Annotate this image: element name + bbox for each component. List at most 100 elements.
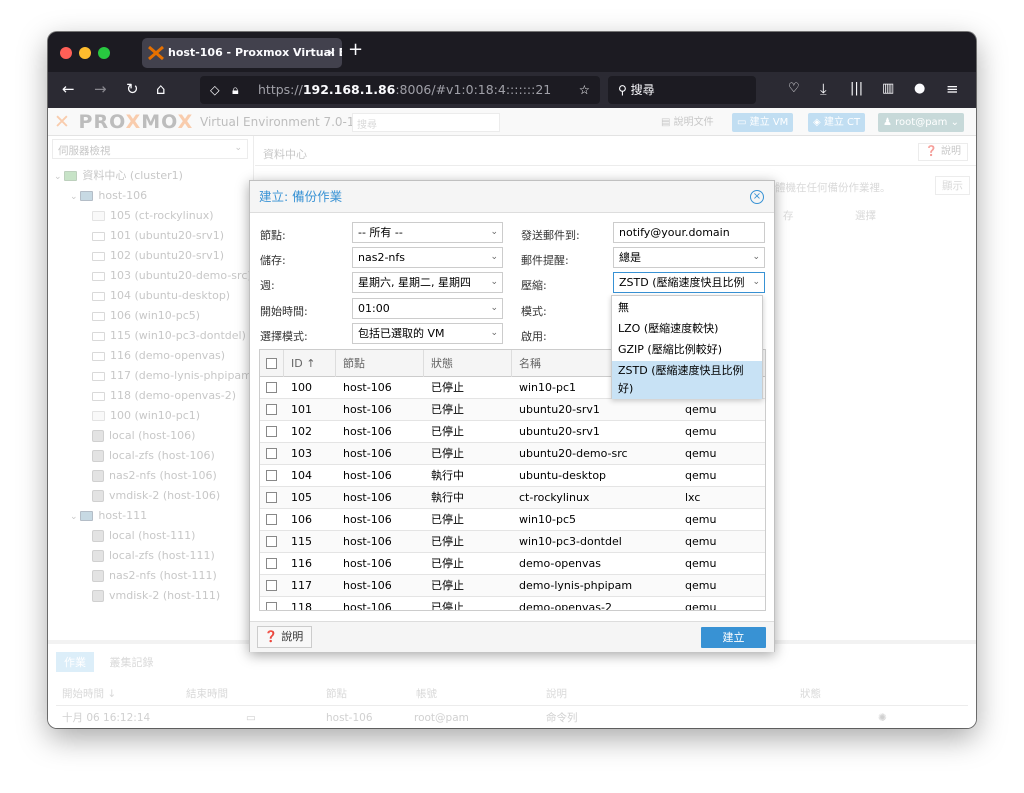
cell-name: ubuntu20-srv1 [519, 425, 600, 438]
proxmox-favicon-icon [148, 46, 164, 60]
row-checkbox[interactable] [266, 492, 277, 503]
cell-type: qemu [685, 557, 717, 570]
mail-notify-select[interactable]: 總是 ⌄ [613, 247, 765, 268]
cell-status: 已停止 [431, 579, 464, 592]
cell-status: 已停止 [431, 381, 464, 394]
home-icon[interactable]: ⌂ [156, 80, 166, 98]
row-checkbox[interactable] [266, 382, 277, 393]
week-label: 週: [260, 279, 275, 292]
reload-icon[interactable]: ↻ [126, 80, 139, 98]
table-row[interactable]: 116 host-106 已停止 demo-openvas qemu [260, 553, 765, 575]
chevron-down-icon: ⌄ [490, 227, 498, 237]
table-row[interactable]: 105 host-106 執行中 ct-rockylinux lxc [260, 487, 765, 509]
cell-type: lxc [685, 491, 701, 504]
cell-name: demo-openvas-2 [519, 601, 612, 611]
dialog-help-button[interactable]: ❓ 說明 [257, 626, 313, 648]
col-id[interactable]: ID ↑ [284, 350, 336, 377]
cell-type: qemu [685, 447, 717, 460]
row-checkbox[interactable] [266, 536, 277, 547]
row-checkbox[interactable] [266, 580, 277, 591]
col-node[interactable]: 節點 [336, 350, 424, 377]
cell-id: 118 [291, 601, 312, 611]
cell-node: host-106 [343, 469, 392, 482]
week-select[interactable]: 星期六, 星期二, 星期四 ⌄ [352, 272, 503, 293]
cell-node: host-106 [343, 403, 392, 416]
row-checkbox[interactable] [266, 602, 277, 610]
tab-title: host-106 - Proxmox Virtual Envi [168, 46, 342, 59]
row-checkbox[interactable] [266, 470, 277, 481]
compression-option[interactable]: 無 [612, 298, 762, 318]
bookmark-star-icon[interactable]: ☆ [579, 76, 590, 104]
menu-icon[interactable]: ≡ [946, 80, 959, 98]
enable-label: 啟用: [521, 330, 547, 343]
row-checkbox[interactable] [266, 514, 277, 525]
cell-id: 117 [291, 579, 312, 592]
cell-id: 106 [291, 513, 312, 526]
lock-icon[interactable]: 🔒︎ [232, 76, 239, 104]
cell-id: 103 [291, 447, 312, 460]
shield-icon[interactable]: ◇ [210, 76, 220, 104]
backup-job-dialog: 建立: 備份作業 × 節點: -- 所有 -- ⌄ 儲存: nas2-nfs ⌄ 週… [249, 180, 775, 652]
maximize-window-button[interactable] [98, 47, 110, 59]
cell-name: ubuntu20-srv1 [519, 403, 600, 416]
compression-option-selected[interactable]: ZSTD (壓縮速度快且比例 好) [612, 361, 762, 399]
close-window-button[interactable] [60, 47, 72, 59]
cell-node: host-106 [343, 601, 392, 611]
table-row[interactable]: 106 host-106 已停止 win10-pc5 qemu [260, 509, 765, 531]
cell-status: 已停止 [431, 535, 464, 548]
back-icon[interactable]: ← [62, 80, 75, 98]
compression-option[interactable]: LZO (壓縮速度較快) [612, 319, 762, 339]
compression-option[interactable]: GZIP (壓縮比例較好) [612, 340, 762, 360]
cell-type: qemu [685, 469, 717, 482]
cell-id: 115 [291, 535, 312, 548]
node-select[interactable]: -- 所有 -- ⌄ [352, 222, 503, 243]
row-checkbox[interactable] [266, 448, 277, 459]
sidebar-icon[interactable]: ▥ [882, 80, 894, 98]
browser-tab[interactable]: host-106 - Proxmox Virtual Envi × [142, 38, 342, 68]
forward-icon[interactable]: → [94, 80, 107, 98]
col-status[interactable]: 狀態 [424, 350, 512, 377]
close-icon[interactable]: × [750, 190, 764, 204]
table-row[interactable]: 102 host-106 已停止 ubuntu20-srv1 qemu [260, 421, 765, 443]
table-row[interactable]: 101 host-106 已停止 ubuntu20-srv1 qemu [260, 399, 765, 421]
chevron-down-icon: ⌄ [490, 277, 498, 287]
cell-name: win10-pc1 [519, 381, 577, 394]
mail-label: 發送郵件到: [521, 229, 580, 242]
storage-label: 儲存: [260, 254, 286, 267]
table-row[interactable]: 104 host-106 執行中 ubuntu-desktop qemu [260, 465, 765, 487]
pocket-icon[interactable]: ♡ [788, 80, 800, 98]
table-row[interactable]: 118 host-106 已停止 demo-openvas-2 qemu [260, 597, 765, 611]
row-checkbox[interactable] [266, 404, 277, 415]
minimize-window-button[interactable] [79, 47, 91, 59]
mail-input[interactable]: notify@your.domain [613, 222, 765, 243]
url-bar[interactable]: ◇ 🔒︎ https://192.168.1.86:8006/#v1:0:18:… [200, 76, 600, 104]
compression-select[interactable]: ZSTD (壓縮速度快且比例 ⌄ [613, 272, 765, 293]
cell-status: 執行中 [431, 491, 464, 504]
table-row[interactable]: 103 host-106 已停止 ubuntu20-demo-src qemu [260, 443, 765, 465]
cell-id: 102 [291, 425, 312, 438]
create-button[interactable]: 建立 [701, 627, 766, 648]
table-row[interactable]: 117 host-106 已停止 demo-lynis-phpipam qemu [260, 575, 765, 597]
tab-close-icon[interactable]: × [327, 38, 336, 68]
cell-name: demo-lynis-phpipam [519, 579, 633, 592]
search-box[interactable]: ⚲ 搜尋 [608, 76, 756, 104]
chevron-down-icon: ⌄ [752, 277, 760, 287]
cell-node: host-106 [343, 579, 392, 592]
storage-select[interactable]: nas2-nfs ⌄ [352, 247, 503, 268]
cell-name: ubuntu20-demo-src [519, 447, 628, 460]
cell-name: demo-openvas [519, 557, 602, 570]
selection-mode-select[interactable]: 包括已選取的 VM ⌄ [352, 323, 503, 344]
row-checkbox[interactable] [266, 426, 277, 437]
row-checkbox[interactable] [266, 558, 277, 569]
cell-name: win10-pc3-dontdel [519, 535, 622, 548]
chevron-down-icon: ⌄ [490, 328, 498, 338]
start-time-select[interactable]: 01:00 ⌄ [352, 298, 503, 319]
library-icon[interactable]: ||| [850, 80, 863, 98]
cell-type: qemu [685, 579, 717, 592]
select-all-checkbox[interactable] [260, 350, 284, 377]
download-icon[interactable]: ⤓ [820, 80, 827, 98]
url-protocol: https:// [258, 82, 303, 97]
table-row[interactable]: 115 host-106 已停止 win10-pc3-dontdel qemu [260, 531, 765, 553]
account-icon[interactable]: ● [914, 80, 925, 98]
new-tab-button[interactable]: + [348, 39, 363, 60]
